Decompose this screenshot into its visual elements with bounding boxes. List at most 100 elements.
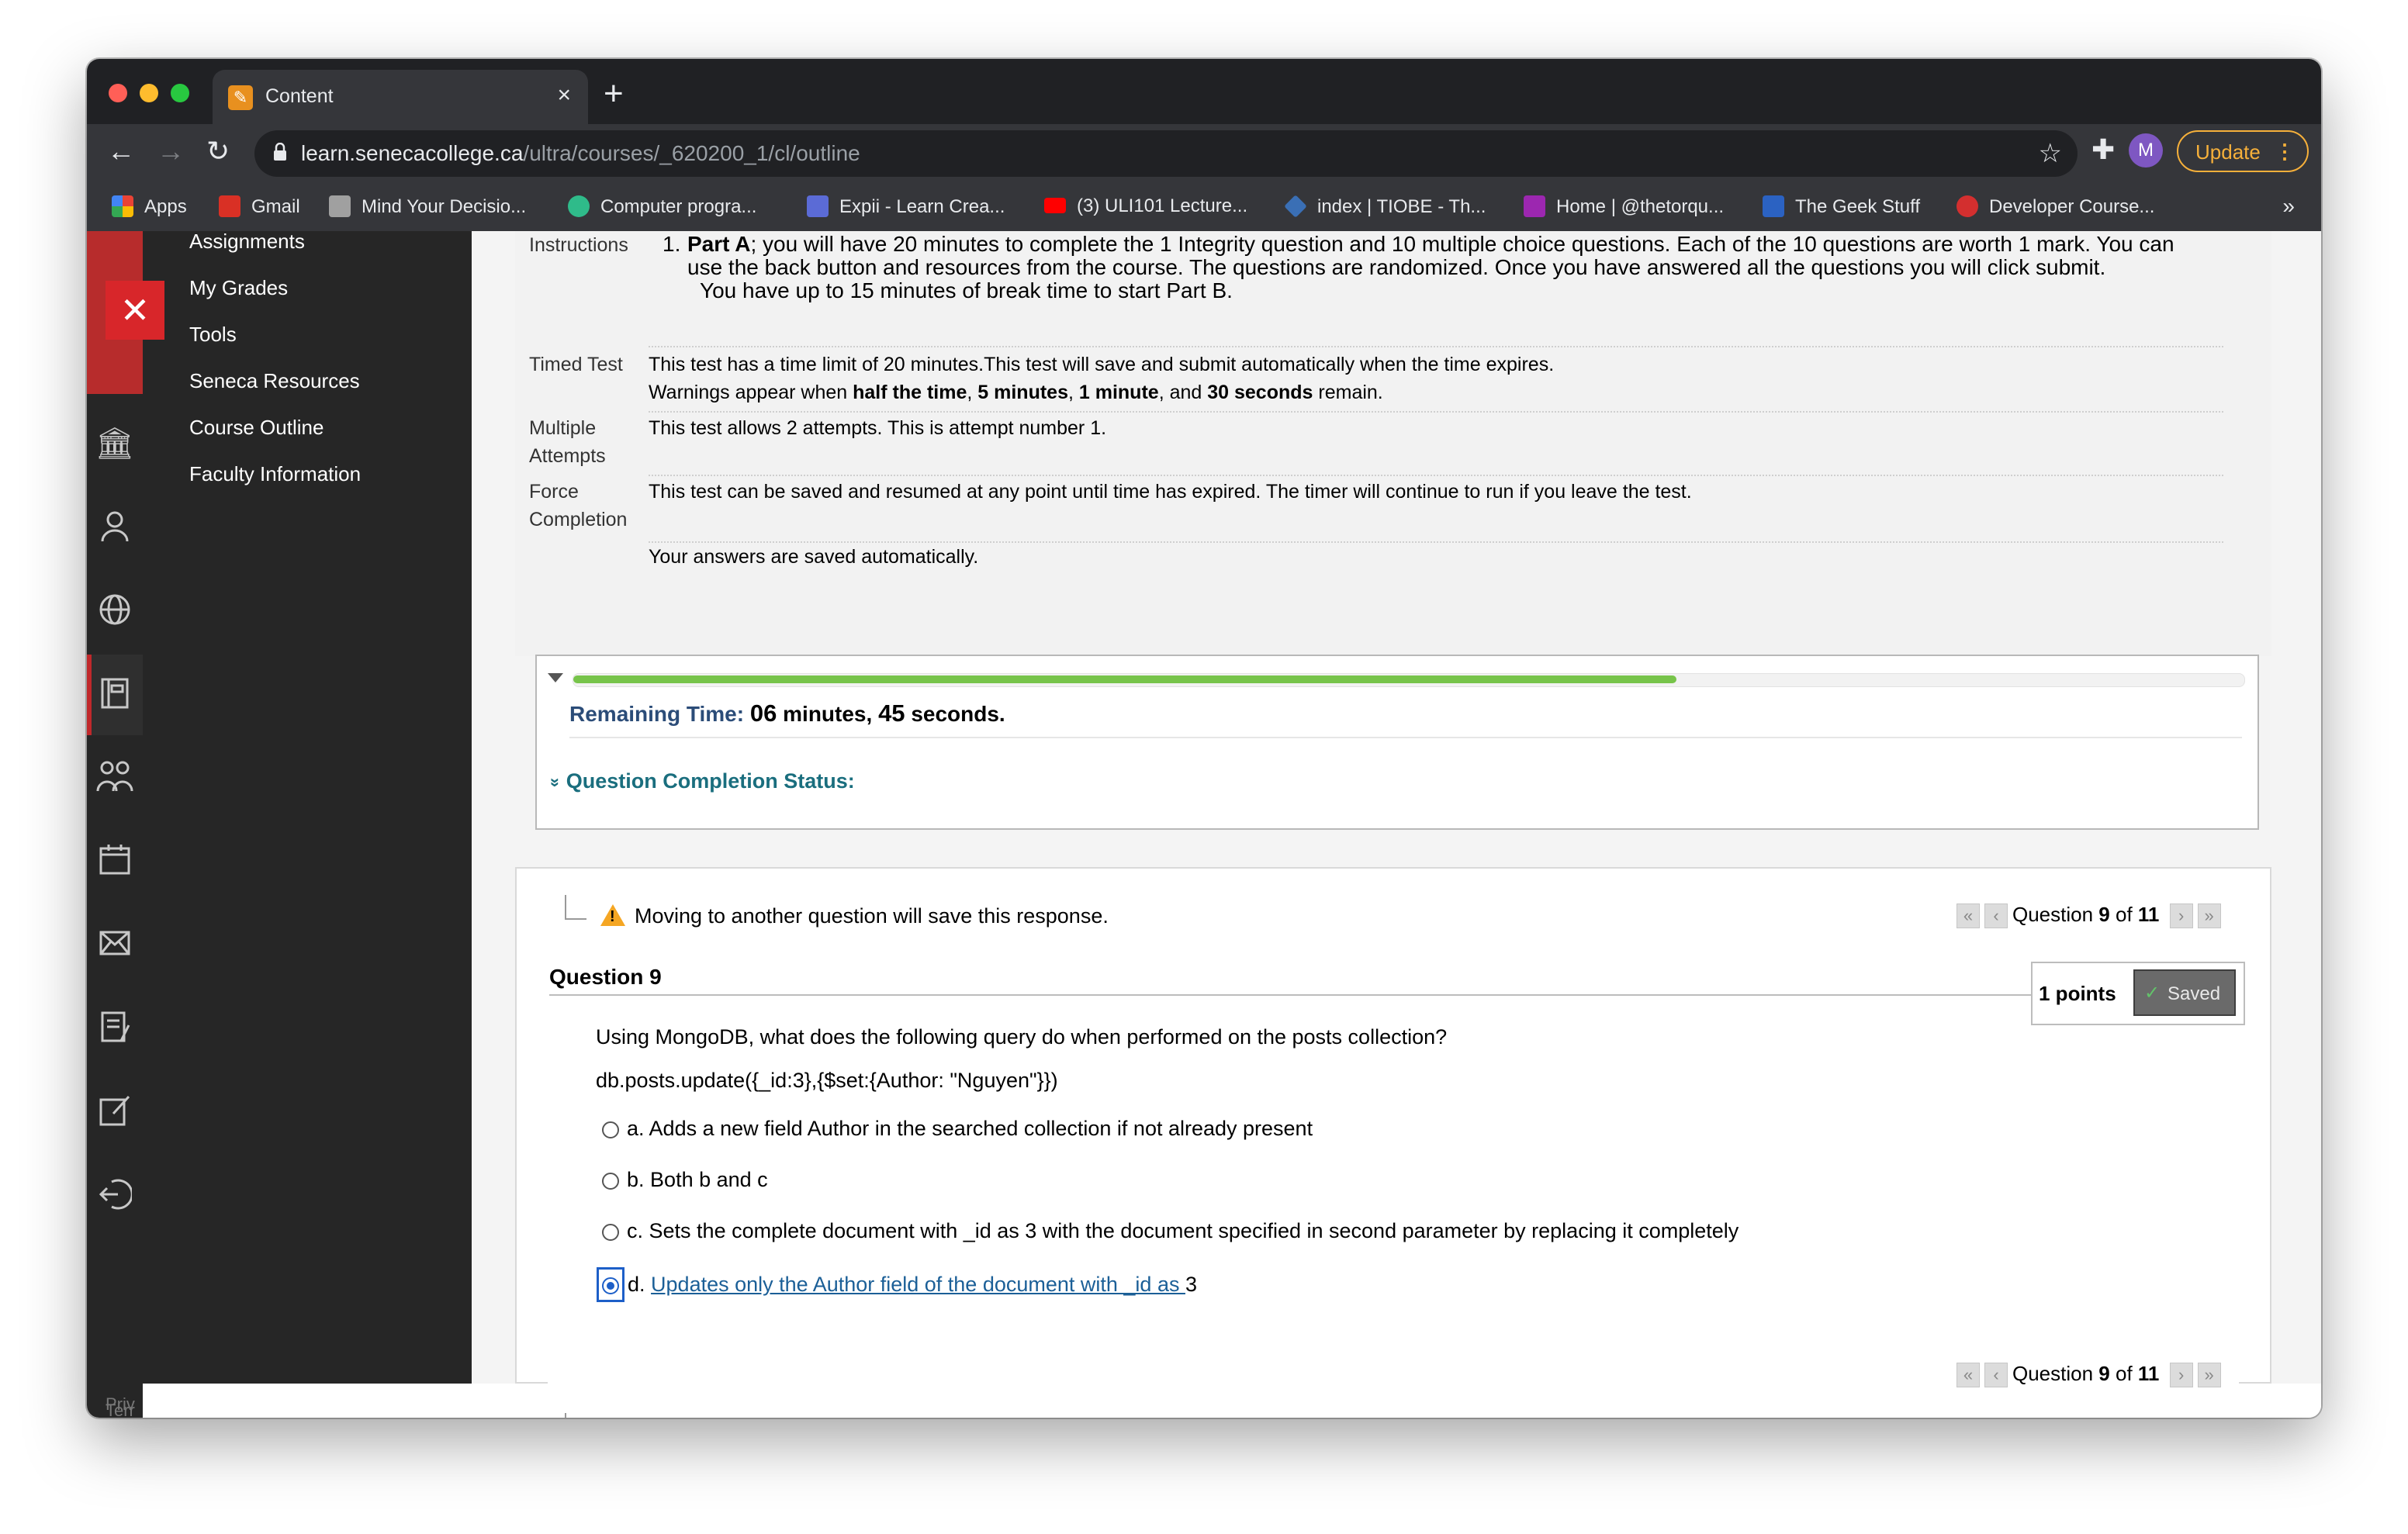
maximize-window-button[interactable] bbox=[171, 84, 189, 102]
autosave-text: Your answers are saved automatically. bbox=[649, 546, 979, 568]
option-d[interactable]: d. Updates only the Author field of the … bbox=[597, 1267, 1197, 1302]
previous-question-icon[interactable]: ‹ bbox=[1984, 903, 2008, 929]
minimize-window-button[interactable] bbox=[140, 84, 158, 102]
bookmark-star-icon[interactable]: ☆ bbox=[2039, 138, 2062, 169]
next-question-icon[interactable]: › bbox=[2169, 903, 2193, 929]
new-tab-button[interactable]: + bbox=[604, 74, 624, 113]
nav-item-tools[interactable]: Tools bbox=[189, 323, 237, 347]
page-content: 🏛 Priv Assignments My Grades Tools Senec… bbox=[87, 231, 2321, 1418]
bookmarks-overflow-button[interactable]: » bbox=[2282, 194, 2295, 219]
browser-toolbar: ← → ↻ learn.senecacollege.ca/ultra/cours… bbox=[87, 124, 2321, 185]
tab-strip: ✎ Content × + bbox=[87, 59, 2321, 124]
tools-edit-icon[interactable] bbox=[87, 1093, 143, 1135]
profile-avatar[interactable]: M bbox=[2129, 133, 2163, 168]
institution-icon[interactable]: 🏛 bbox=[87, 425, 143, 461]
first-question-icon[interactable]: « bbox=[1956, 903, 1980, 929]
courses-icon[interactable] bbox=[87, 676, 143, 718]
divider bbox=[649, 411, 2223, 413]
question-rule bbox=[549, 994, 2070, 996]
option-b[interactable]: b. Both b and c bbox=[602, 1168, 768, 1192]
saved-button[interactable]: ✓ Saved bbox=[2133, 969, 2236, 1016]
reload-icon[interactable]: ↻ bbox=[206, 135, 230, 168]
extensions-puzzle-icon[interactable]: ✚ bbox=[2091, 133, 2115, 166]
multiple-attempts-text: This test allows 2 attempts. This is att… bbox=[649, 417, 1107, 439]
question-pager-bottom: «‹ Question 9 of 11 ›» bbox=[1956, 1362, 2226, 1388]
expii-icon bbox=[807, 195, 829, 217]
nav-item-faculty-information[interactable]: Faculty Information bbox=[189, 462, 361, 486]
terms-link[interactable]: Terr bbox=[106, 1401, 135, 1418]
collapse-timer-icon[interactable] bbox=[548, 673, 563, 682]
instructions-body: ; you will have 20 minutes to complete t… bbox=[687, 232, 2174, 279]
time-progress-bar bbox=[573, 673, 2245, 687]
previous-question-icon[interactable]: ‹ bbox=[1984, 1363, 2008, 1388]
divider bbox=[649, 346, 2223, 347]
update-button[interactable]: Update ⋮ bbox=[2177, 130, 2309, 172]
radio-c[interactable] bbox=[602, 1224, 619, 1241]
pencil-icon: ✎ bbox=[228, 85, 253, 110]
page-icon bbox=[329, 195, 351, 217]
question-code: db.posts.update({_id:3},{$set:{Author: "… bbox=[596, 1069, 1058, 1092]
bookmark-youtube-uli101[interactable]: (3) ULI101 Lecture... bbox=[1044, 195, 1247, 217]
grades-icon[interactable] bbox=[87, 1010, 143, 1052]
timed-test-text: This test has a time limit of 20 minutes… bbox=[649, 354, 1555, 375]
multiple-attempts-label: Multiple Attempts bbox=[529, 417, 606, 467]
profile-icon[interactable] bbox=[87, 509, 143, 551]
bookmark-thetorque[interactable]: Home | @thetorqu... bbox=[1524, 195, 1724, 218]
first-question-icon[interactable]: « bbox=[1956, 1363, 1980, 1388]
bookmark-computer-programming[interactable]: Computer progra... bbox=[568, 195, 756, 218]
force-completion-text: This test can be saved and resumed at an… bbox=[649, 481, 1692, 503]
shield-icon bbox=[568, 195, 590, 217]
close-course-button[interactable]: ✕ bbox=[106, 281, 164, 340]
expand-chevron-icon: » bbox=[546, 777, 566, 788]
bookmark-expii[interactable]: Expii - Learn Crea... bbox=[807, 195, 1005, 218]
sign-out-icon[interactable] bbox=[87, 1177, 143, 1219]
bookmark-gmail[interactable]: Gmail bbox=[219, 195, 300, 218]
points-box: 1 points ✓ Saved bbox=[2031, 962, 2245, 1025]
apps-grid-icon bbox=[112, 195, 133, 217]
last-question-icon[interactable]: » bbox=[2197, 1363, 2221, 1388]
save-warning: ! Moving to another question will save th… bbox=[565, 895, 1109, 928]
bookmark-geek-stuff[interactable]: The Geek Stuff bbox=[1763, 195, 1920, 218]
question-completion-status-toggle[interactable]: » Question Completion Status: bbox=[546, 769, 855, 793]
bookmarks-bar: Apps Gmail Mind Your Decisio... Computer… bbox=[87, 185, 2321, 232]
nav-item-assignments[interactable]: Assignments bbox=[189, 231, 305, 254]
messages-icon[interactable] bbox=[87, 926, 143, 968]
question-title: Question 9 bbox=[549, 965, 662, 989]
radio-a[interactable] bbox=[602, 1121, 619, 1138]
nav-item-my-grades[interactable]: My Grades bbox=[189, 276, 288, 300]
tiobe-icon bbox=[1284, 195, 1307, 218]
address-bar[interactable]: learn.senecacollege.ca/ultra/courses/_62… bbox=[254, 130, 2078, 177]
bookmark-tiobe[interactable]: index | TIOBE - Th... bbox=[1284, 195, 1486, 218]
option-a[interactable]: a. Adds a new field Author in the search… bbox=[602, 1117, 1313, 1141]
bookmark-mind-your-decisions[interactable]: Mind Your Decisio... bbox=[329, 195, 526, 218]
selected-focus-ring bbox=[597, 1267, 624, 1302]
divider bbox=[569, 737, 2242, 738]
last-question-icon[interactable]: » bbox=[2197, 903, 2221, 929]
next-question-icon[interactable]: › bbox=[2169, 1363, 2193, 1388]
lock-icon bbox=[274, 143, 286, 161]
radio-b[interactable] bbox=[602, 1173, 619, 1190]
url-text: learn.senecacollege.ca/ultra/courses/_62… bbox=[301, 141, 860, 165]
test-information: Instructions 1. Part A; you will have 20… bbox=[515, 231, 2271, 656]
globe-icon[interactable] bbox=[87, 593, 143, 634]
close-window-button[interactable] bbox=[109, 84, 127, 102]
course-nav-panel: Assignments My Grades Tools Seneca Resou… bbox=[143, 231, 472, 1384]
search-location-icon bbox=[1524, 195, 1545, 217]
nav-item-course-outline[interactable]: Course Outline bbox=[189, 416, 323, 440]
bookmark-developer-course[interactable]: Developer Course... bbox=[1956, 195, 2154, 218]
organizations-icon[interactable] bbox=[87, 758, 143, 800]
calendar-icon[interactable] bbox=[87, 842, 143, 884]
tab-close-icon[interactable]: × bbox=[557, 82, 571, 109]
back-icon[interactable]: ← bbox=[107, 135, 135, 168]
browser-window: ✎ Content × + ← → ↻ learn.senecacollege.… bbox=[87, 59, 2321, 1418]
radio-d[interactable] bbox=[602, 1277, 619, 1294]
bookmark-apps[interactable]: Apps bbox=[112, 195, 187, 218]
reply-arrow-icon bbox=[565, 1413, 586, 1418]
question-prompt: Using MongoDB, what does the following q… bbox=[596, 1025, 1448, 1049]
nav-item-seneca-resources[interactable]: Seneca Resources bbox=[189, 369, 360, 393]
option-d-link[interactable]: Updates only the Author field of the doc… bbox=[651, 1273, 1185, 1296]
forward-icon[interactable]: → bbox=[157, 135, 185, 168]
course-icon bbox=[1956, 195, 1978, 217]
option-c[interactable]: c. Sets the complete document with _id a… bbox=[602, 1219, 1739, 1243]
browser-tab[interactable]: ✎ Content × bbox=[213, 70, 588, 124]
